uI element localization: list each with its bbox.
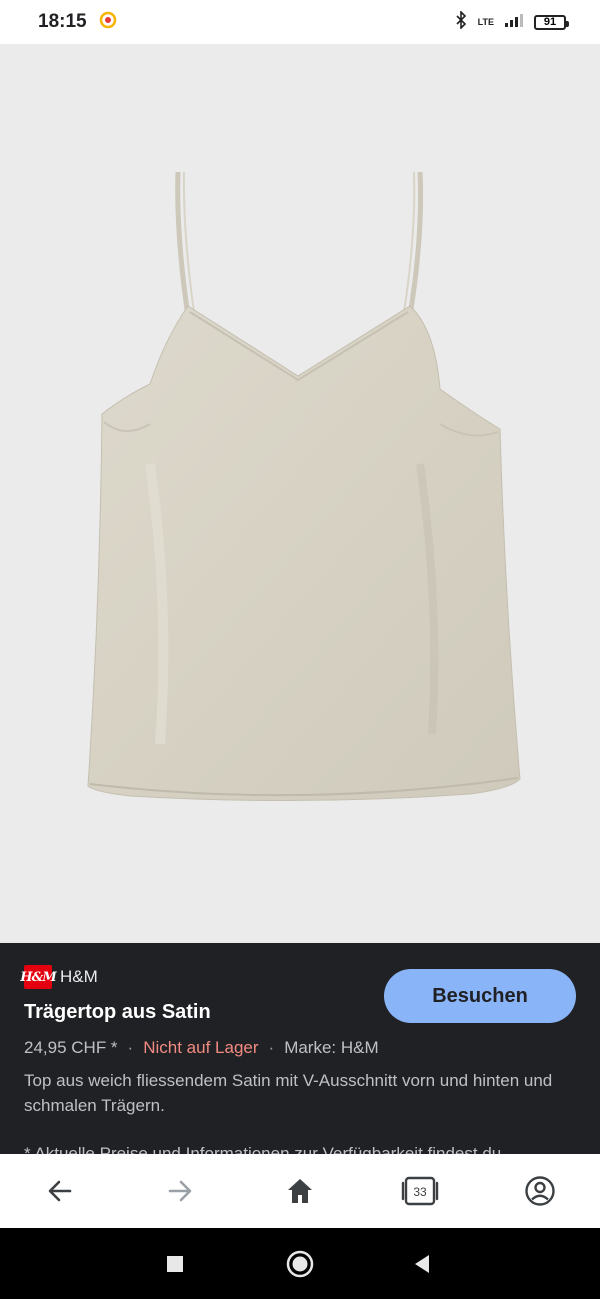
forward-button[interactable] [150, 1161, 210, 1221]
recents-button[interactable] [145, 1228, 205, 1299]
bluetooth-icon [454, 9, 468, 34]
recording-indicator-icon [99, 11, 117, 34]
product-description: Top aus weich fliessendem Satin mit V-Au… [24, 1071, 553, 1115]
signal-icon [504, 13, 524, 32]
triangle-back-icon [415, 1254, 429, 1273]
circle-icon [286, 1250, 314, 1277]
product-meta: 24,95 CHF * · Nicht auf Lager · Marke: H&M [24, 1038, 379, 1058]
price: 24,95 CHF * [24, 1038, 118, 1057]
tabs-icon: 33 [401, 1176, 439, 1206]
stock-status: Nicht auf Lager [143, 1038, 259, 1057]
account-button[interactable] [510, 1161, 570, 1221]
battery-icon: 91 [534, 14, 569, 30]
status-time: 18:15 [38, 11, 87, 32]
price-disclaimer: * Aktuelle Preise und Informationen zur … [24, 1144, 502, 1154]
system-nav-bar [0, 1228, 600, 1299]
status-right: LTE 91 [454, 9, 569, 34]
product-info-panel: H&M H&M Trägertop aus Satin Besuchen 24,… [0, 943, 600, 1154]
status-bar: 18:15 LTE 91 [0, 0, 600, 44]
square-icon [167, 1255, 183, 1272]
merchant-logo: H&M [20, 965, 57, 989]
product-image [0, 44, 600, 943]
satin-camisole-image [87, 171, 521, 802]
browser-toolbar: 33 [0, 1154, 600, 1228]
back-button[interactable] [30, 1161, 90, 1221]
brand: Marke: H&M [284, 1038, 379, 1057]
system-home-button[interactable] [270, 1228, 330, 1299]
home-icon [288, 1179, 312, 1203]
merchant-row[interactable]: H&M H&M [20, 965, 98, 989]
separator: · [268, 1038, 275, 1057]
separator: · [127, 1038, 134, 1057]
system-back-button[interactable] [392, 1228, 452, 1299]
account-icon [525, 1176, 555, 1206]
network-type: LTE [477, 16, 494, 27]
status-left: 18:15 [38, 11, 117, 34]
merchant-name: H&M [60, 967, 98, 986]
visit-button[interactable]: Besuchen [384, 969, 576, 1023]
product-title: Trägertop aus Satin [24, 1001, 211, 1023]
tab-switcher-button[interactable]: 33 [390, 1161, 450, 1221]
arrow-left-icon [48, 1180, 72, 1202]
home-button[interactable] [270, 1161, 330, 1221]
tab-count: 33 [413, 1185, 427, 1199]
arrow-right-icon [168, 1180, 192, 1202]
